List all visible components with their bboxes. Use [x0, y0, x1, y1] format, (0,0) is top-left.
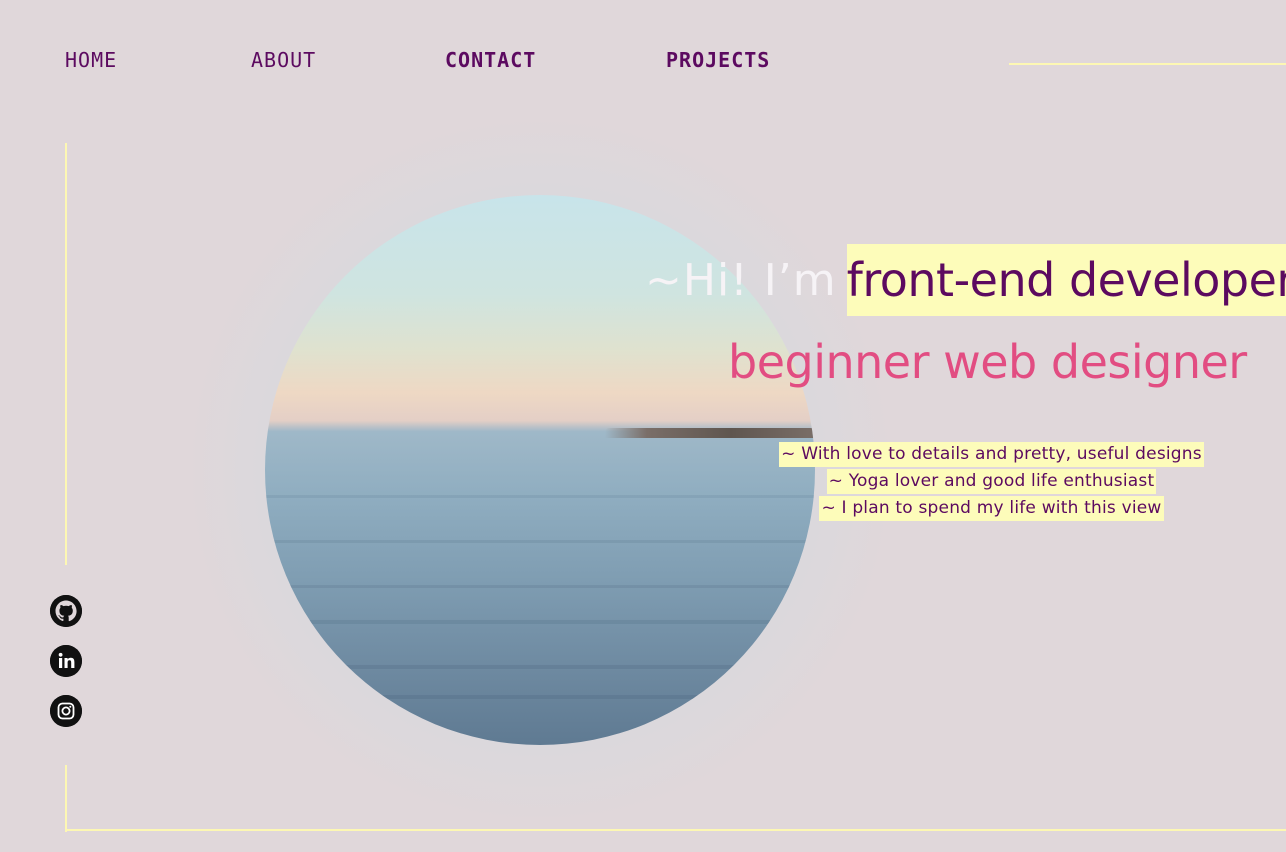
wave [265, 585, 815, 588]
wave [265, 620, 815, 624]
linkedin-link[interactable] [50, 645, 82, 677]
wave [265, 540, 815, 543]
instagram-link[interactable] [50, 695, 82, 727]
nav-contact-link[interactable]: CONTACT [445, 48, 536, 72]
nav-home-link[interactable]: HOME [65, 48, 117, 72]
wave [265, 665, 815, 669]
page: HOME ABOUT CONTACT PROJECTS ~Hi! I’m fro… [0, 0, 1286, 852]
decorative-line-left-upper [65, 143, 67, 565]
tagline: ~ Yoga lover and good life enthusiast [826, 469, 1157, 494]
linkedin-icon [50, 645, 82, 677]
wave [265, 495, 815, 498]
decorative-line-bottom [65, 829, 1286, 831]
github-icon [50, 595, 82, 627]
jetty-rocks [605, 428, 815, 438]
instagram-icon [50, 695, 82, 727]
taglines: ~ With love to details and pretty, usefu… [774, 442, 1209, 523]
tagline: ~ With love to details and pretty, usefu… [779, 442, 1204, 467]
wave [265, 695, 815, 699]
decorative-line-top [1009, 63, 1286, 65]
role-secondary: beginner web designer [728, 335, 1247, 389]
tagline: ~ I plan to spend my life with this view [819, 496, 1164, 521]
github-link[interactable] [50, 595, 82, 627]
nav-projects-link[interactable]: PROJECTS [666, 48, 770, 72]
intro-line: ~Hi! I’m front-end developer [645, 243, 1286, 317]
decorative-line-left-lower [65, 765, 67, 832]
role-primary: front-end developer [846, 244, 1286, 316]
greeting-text: ~Hi! I’m [645, 254, 837, 306]
nav-about-link[interactable]: ABOUT [251, 48, 316, 72]
